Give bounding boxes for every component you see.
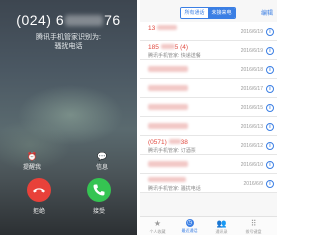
message-bubble-icon: 💬 <box>97 152 107 161</box>
caller-number-suffix: 76 <box>104 12 121 28</box>
accept-control: 接受 <box>79 178 119 215</box>
number-mask <box>168 139 181 144</box>
info-icon[interactable]: i <box>266 104 274 112</box>
call-filter-segmented: 所有通话 未接来电 <box>180 7 236 19</box>
call-tag: 腾讯手机管家: 订酒票 <box>148 148 196 154</box>
info-icon[interactable]: i <box>266 123 274 131</box>
tabbar-favorites[interactable]: ★ 个人收藏 <box>144 219 171 235</box>
hang-up-icon <box>33 188 45 193</box>
message-label: 信息 <box>95 165 108 171</box>
info-icon[interactable]: i <box>266 142 274 150</box>
call-row[interactable]: 13 2016/6/19 i <box>140 22 277 41</box>
number-mask <box>160 44 175 49</box>
info-icon[interactable]: i <box>266 180 274 188</box>
accept-label: 接受 <box>92 209 105 215</box>
incoming-call-screen: (024) 6 76 腾讯手机管家识别为: 骚扰电话 ⏰ 提醒我 💬 信息 拒绝 … <box>0 0 137 235</box>
entry-mask <box>148 85 188 91</box>
caller-number: (024) 6 76 <box>0 12 137 28</box>
call-row[interactable]: 2016/6/15 i <box>140 98 277 117</box>
info-icon[interactable]: i <box>266 47 274 55</box>
call-row[interactable]: 2016/6/17 i <box>140 79 277 98</box>
info-icon[interactable]: i <box>266 161 274 169</box>
entry-mask <box>148 66 188 72</box>
entry-mask <box>148 123 188 129</box>
number-mask <box>65 15 104 26</box>
caller-tip-line2: 骚扰电话 <box>54 43 83 50</box>
alarm-clock-icon: ⏰ <box>27 152 37 161</box>
entry-mask <box>148 177 186 182</box>
info-icon[interactable]: i <box>266 66 274 74</box>
remind-me-button[interactable]: ⏰ 提醒我 <box>12 152 52 171</box>
recent-calls-screen: 所有通话 未接来电 编辑 13 2016/6/19 i 185 5 (4) 腾讯… <box>140 0 277 235</box>
call-date: 2016/6/19 <box>240 29 263 35</box>
caller-number-prefix: (024) 6 <box>16 12 65 28</box>
call-number: (0571) 38 <box>148 139 188 146</box>
decline-label: 拒绝 <box>32 209 45 215</box>
tabbar-contacts[interactable]: 👥 通讯录 <box>208 219 235 235</box>
entry-mask <box>148 161 188 167</box>
call-date: 2016/6/13 <box>240 124 263 130</box>
call-date: 2016/6/15 <box>240 105 263 111</box>
decline-control: 拒绝 <box>19 178 59 215</box>
star-icon: ★ <box>153 219 162 228</box>
edit-button[interactable]: 编辑 <box>261 8 273 17</box>
phone-icon <box>93 184 105 196</box>
call-tag: 腾讯手机管家: 骚扰电话 <box>148 186 201 192</box>
tabbar-keypad[interactable]: ⠿ 拨号键盘 <box>240 219 267 235</box>
call-date: 2016/6/10 <box>240 162 263 168</box>
call-row[interactable]: (0571) 38 腾讯手机管家: 订酒票 2016/6/12 i <box>140 136 277 155</box>
info-icon[interactable]: i <box>266 85 274 93</box>
tab-missed-calls[interactable]: 未接来电 <box>208 8 235 18</box>
remind-label: 提醒我 <box>22 165 41 171</box>
call-row[interactable]: 185 5 (4) 腾讯手机管家: 快递送餐 2016/6/19 i <box>140 41 277 60</box>
number-mask <box>157 25 178 30</box>
call-row[interactable]: 2016/6/10 i <box>140 155 277 174</box>
tabbar-recents[interactable]: ◷ 最近通话 <box>176 219 203 234</box>
keypad-icon: ⠿ <box>250 219 257 228</box>
call-date: 2016/6/18 <box>240 67 263 73</box>
decline-button[interactable] <box>27 178 51 202</box>
message-button[interactable]: 💬 信息 <box>82 152 122 171</box>
accept-button[interactable] <box>87 178 111 202</box>
contacts-icon: 👥 <box>216 219 227 228</box>
call-tag: 腾讯手机管家: 快递送餐 <box>148 53 201 59</box>
caller-tip-line1: 腾讯手机管家识别为: <box>36 34 101 41</box>
call-number: 185 5 (4) <box>148 44 189 51</box>
call-date: 2016/6/19 <box>240 48 263 54</box>
call-row[interactable]: 2016/6/13 i <box>140 117 277 136</box>
call-date: 2016/6/12 <box>240 143 263 149</box>
call-date: 2016/6/9 <box>243 181 263 187</box>
call-number: 13 <box>148 25 178 32</box>
call-row[interactable]: 腾讯手机管家: 骚扰电话 2016/6/9 i <box>140 174 277 193</box>
entry-mask <box>148 104 188 110</box>
clock-icon: ◷ <box>185 219 194 227</box>
info-icon[interactable]: i <box>266 28 274 36</box>
call-row[interactable]: 2016/6/18 i <box>140 60 277 79</box>
bottom-tab-bar: ★ 个人收藏 ◷ 最近通话 👥 通讯录 ⠿ 拨号键盘 <box>140 216 277 235</box>
tab-all-calls[interactable]: 所有通话 <box>181 8 208 18</box>
call-date: 2016/6/17 <box>240 86 263 92</box>
